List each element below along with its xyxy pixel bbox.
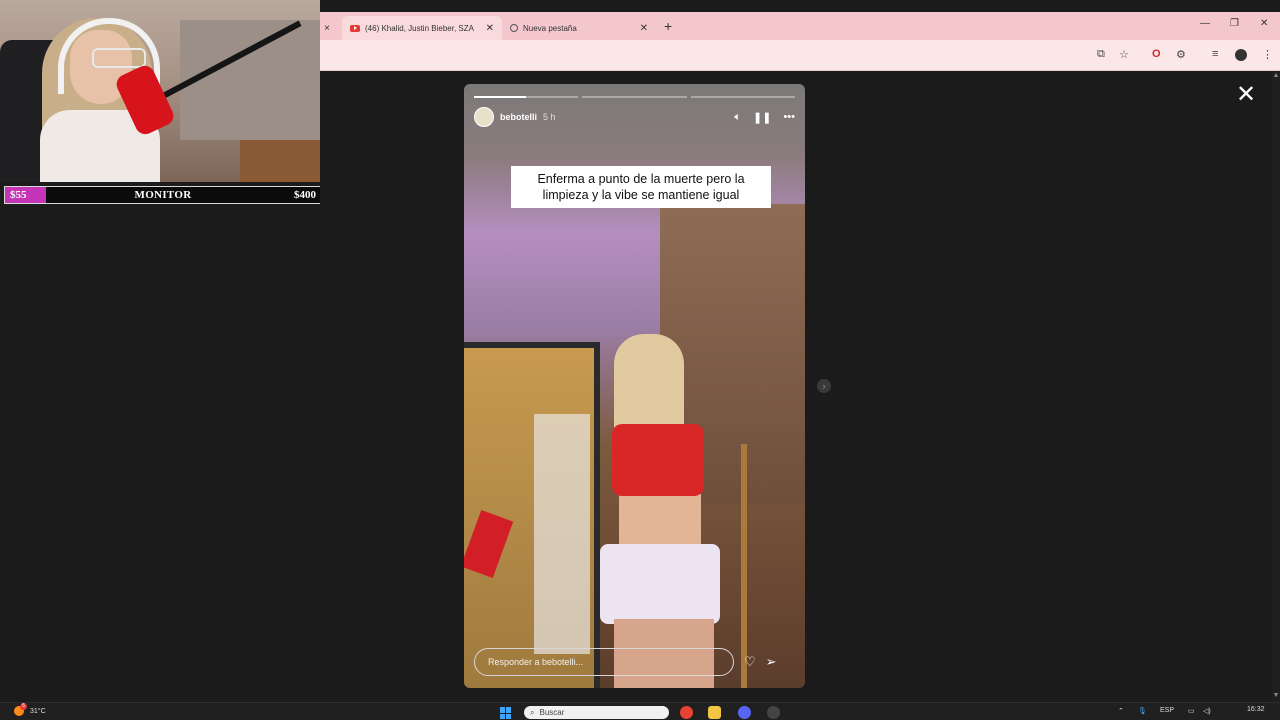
story-time: 5 h xyxy=(543,112,556,122)
globe-icon xyxy=(510,24,518,32)
weather-temp: 31°C xyxy=(30,707,46,715)
goal-end-amount: $400 xyxy=(294,189,316,201)
story-progress-segment xyxy=(474,96,579,98)
tab-strip-close[interactable]: × xyxy=(320,16,334,40)
story-reply-bar: ♡ ➢ xyxy=(474,647,795,677)
mic-icon[interactable]: 🎙︎ xyxy=(1138,707,1147,715)
search-placeholder: Buscar xyxy=(539,708,565,717)
chrome-icon[interactable] xyxy=(680,706,693,719)
desk xyxy=(240,140,320,182)
menu-icon[interactable]: ⋮ xyxy=(1262,48,1273,61)
story-progress-fill xyxy=(474,96,527,98)
weather-widget[interactable]: 5 31°C xyxy=(14,703,46,716)
file-explorer-icon[interactable] xyxy=(708,706,721,719)
youtube-icon xyxy=(350,24,360,32)
windows-taskbar: 5 31°C ⌕ Buscar ⌃ 🎙︎ ESP ▭ ◁) 16:32 xyxy=(0,702,1280,720)
more-options-icon[interactable]: ••• xyxy=(783,111,795,123)
tab-title: (46) Khalid, Justin Bieber, SZA xyxy=(365,23,474,33)
story-header: bebotelli 5 h 🔈︎ ❚❚ ••• xyxy=(474,106,795,128)
close-tab-icon[interactable]: ✕ xyxy=(486,23,494,34)
story-progress-segment xyxy=(690,96,795,98)
star-icon[interactable]: ☆ xyxy=(1119,48,1129,61)
windows-start-icon[interactable] xyxy=(500,707,512,719)
story-door-light xyxy=(534,414,590,654)
install-app-icon[interactable]: ⧉ xyxy=(1097,48,1105,61)
media-icon[interactable]: ≡ xyxy=(1212,48,1218,60)
send-icon[interactable]: ➢ xyxy=(766,654,777,670)
notification-badge: 5 xyxy=(20,703,27,710)
close-icon[interactable]: × xyxy=(324,23,330,34)
pause-icon[interactable]: ❚❚ xyxy=(753,111,771,124)
avatar[interactable] xyxy=(474,107,494,127)
story-card[interactable]: bebotelli 5 h 🔈︎ ❚❚ ••• Enferma a punto … xyxy=(464,84,805,688)
obs-icon[interactable] xyxy=(767,706,780,719)
reply-input[interactable] xyxy=(474,648,734,676)
scrollbar[interactable] xyxy=(1272,71,1280,702)
heart-icon[interactable]: ♡ xyxy=(744,654,756,670)
story-username[interactable]: bebotelli xyxy=(500,112,537,122)
next-story-button[interactable]: › xyxy=(817,379,831,393)
webcam-overlay xyxy=(0,0,320,182)
language-indicator[interactable]: ESP xyxy=(1160,707,1174,714)
discord-icon[interactable] xyxy=(738,706,751,719)
browser-tab-strip: × (46) Khalid, Justin Bieber, SZA ✕ Nuev… xyxy=(320,12,1280,40)
tab-title: Nueva pestaña xyxy=(523,23,577,33)
scroll-up-icon[interactable]: ▲ xyxy=(1272,72,1280,79)
background-wall xyxy=(180,20,320,140)
search-icon: ⌕ xyxy=(530,707,535,717)
clock[interactable]: 16:32 xyxy=(1247,706,1265,713)
story-actions: 🔈︎ ❚❚ ••• xyxy=(734,111,795,124)
volume-icon[interactable]: 🔈︎ xyxy=(734,111,741,124)
story-progress-segment xyxy=(582,96,687,98)
tray-chevron-icon[interactable]: ⌃ xyxy=(1118,707,1124,715)
close-viewer-button[interactable]: ✕ xyxy=(1236,83,1256,107)
tab-new-tab[interactable]: Nueva pestaña ✕ xyxy=(502,16,656,40)
story-caption: Enferma a punto de la muerte pero la lim… xyxy=(511,166,771,208)
scroll-down-icon[interactable]: ▼ xyxy=(1272,692,1280,699)
window-close-button[interactable]: ✕ xyxy=(1260,18,1268,29)
goal-label: MONITOR xyxy=(134,189,192,201)
network-icon[interactable]: ▭ xyxy=(1188,707,1195,715)
tab-youtube[interactable]: (46) Khalid, Justin Bieber, SZA ✕ xyxy=(342,16,502,40)
weather-icon: 5 xyxy=(14,703,27,716)
story-progress-bar xyxy=(474,96,795,98)
speaker-icon[interactable]: ◁) xyxy=(1203,707,1211,715)
browser-toolbar: ⧉ ☆ O ⚙ ≡ ⋮ xyxy=(320,40,1280,71)
donation-goal-bar: $55 MONITOR $400 xyxy=(4,186,322,204)
profile-icon[interactable] xyxy=(1235,49,1247,61)
extensions-icon[interactable]: ⚙ xyxy=(1176,48,1186,61)
opera-icon[interactable]: O xyxy=(1152,48,1161,60)
new-tab-button[interactable]: + xyxy=(664,18,672,34)
story-person-shorts xyxy=(600,544,720,624)
close-tab-icon[interactable]: ✕ xyxy=(640,23,648,34)
restore-button[interactable]: ❐ xyxy=(1230,18,1239,29)
story-person-top xyxy=(612,424,704,496)
minimize-button[interactable]: — xyxy=(1200,18,1210,29)
taskbar-search[interactable]: ⌕ Buscar xyxy=(524,706,669,719)
